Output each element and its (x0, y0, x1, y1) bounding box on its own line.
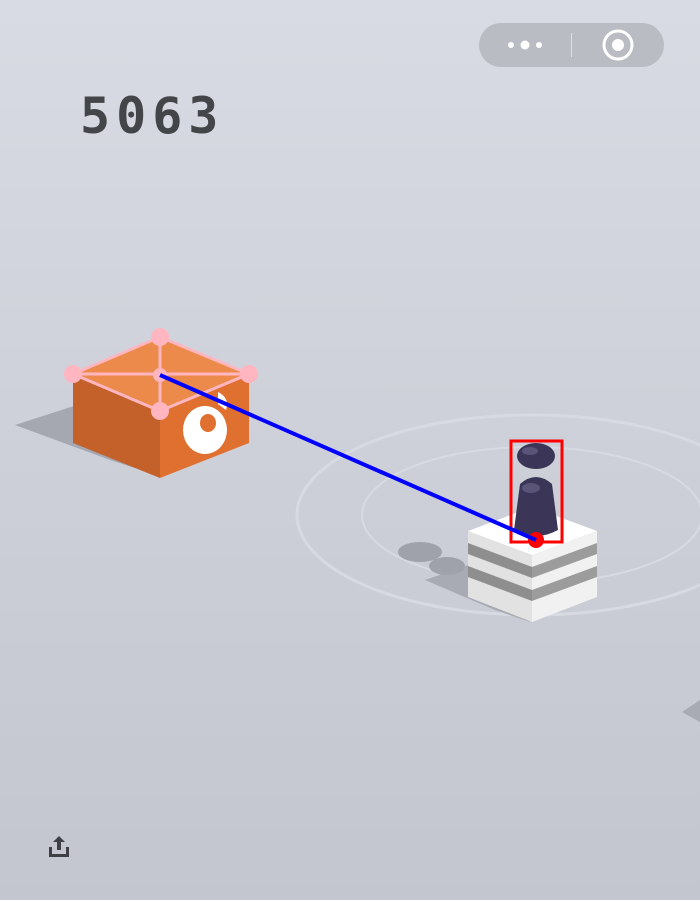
player-head (517, 443, 555, 469)
player-head-highlight (522, 447, 538, 455)
capsule-menu (479, 23, 664, 67)
player-piece (514, 443, 558, 536)
player-shadow (398, 542, 442, 562)
target-circle-icon (602, 29, 634, 61)
jump-trajectory-line (159, 373, 537, 542)
player-body-highlight (522, 483, 540, 493)
offscreen-platform-shadow (682, 700, 700, 722)
share-upload-icon (49, 836, 69, 857)
player-shadow-2 (429, 557, 465, 575)
more-dots-icon (508, 40, 542, 50)
share-button[interactable] (44, 832, 74, 862)
target-platform-logo-eye (200, 414, 216, 432)
exit-button[interactable] (572, 23, 664, 67)
score-display: 5063 (80, 87, 225, 145)
more-button[interactable] (479, 23, 571, 67)
